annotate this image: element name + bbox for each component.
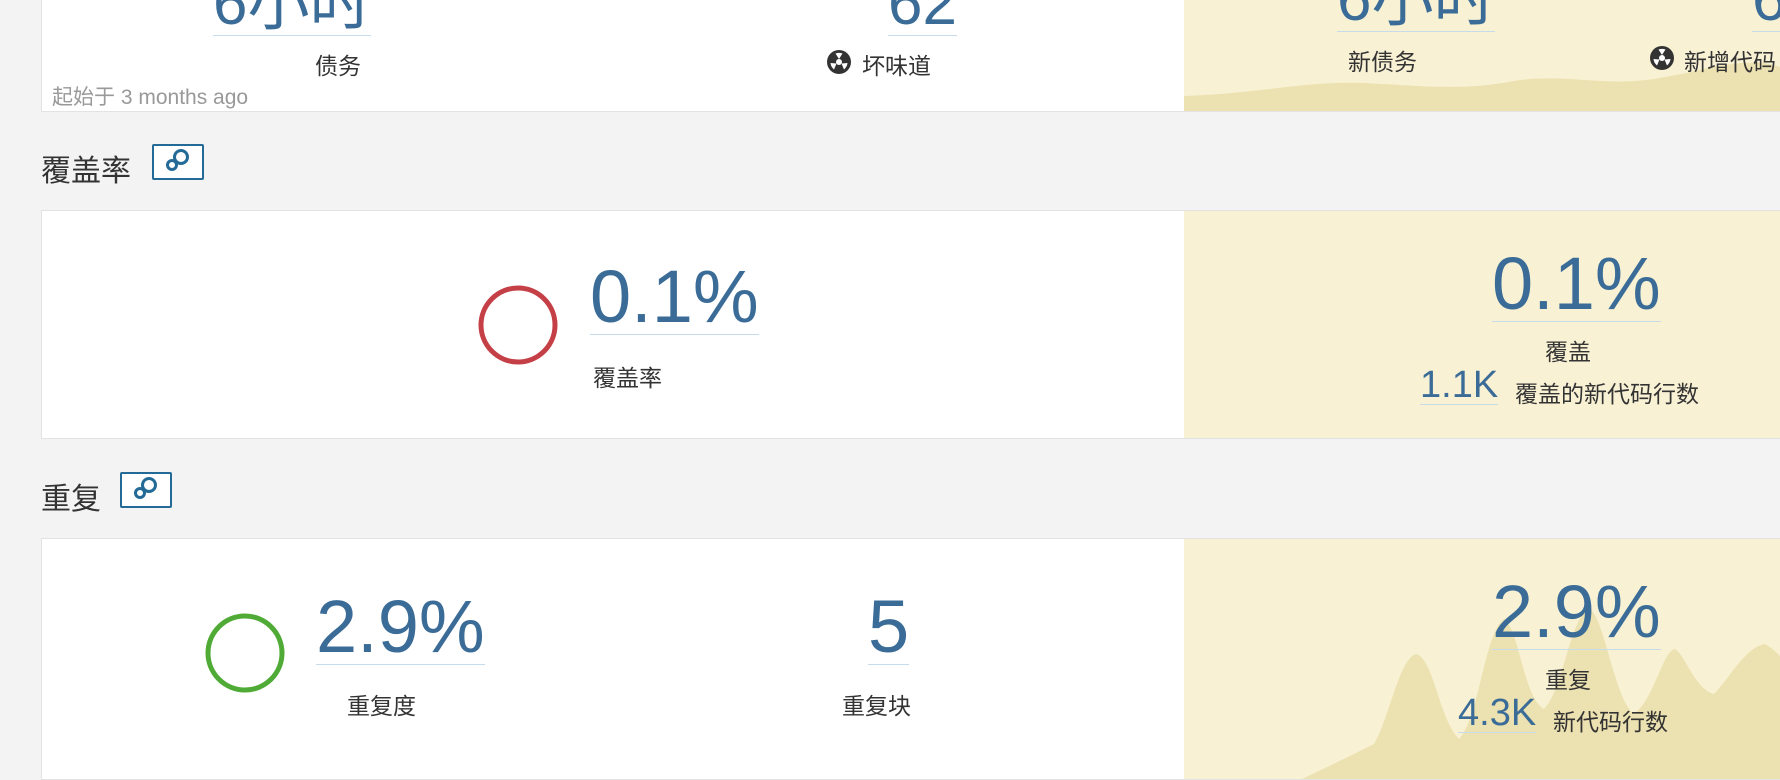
code-smells-label: 坏味道 [862,54,931,80]
duplicated-blocks-label: 重复块 [842,694,911,720]
coverage-donut [478,285,558,365]
new-lines-value[interactable]: 4.3K [1458,694,1537,733]
coverage-value[interactable]: 0.1% [590,260,759,335]
new-lines-to-cover-label: 覆盖的新代码行数 [1515,382,1699,408]
duplications-history-button[interactable] [120,472,172,508]
new-coverage-value[interactable]: 0.1% [1492,247,1661,322]
new-debt-value[interactable]: 6小时 [1337,0,1496,32]
link-icon [131,475,161,505]
coverage-card: 0.1% 覆盖率 0.1% 覆盖 1.1K 覆盖的新代码行数 [41,210,1780,439]
new-lines-label: 新代码行数 [1553,710,1668,736]
new-code-period-panel [1184,539,1780,779]
coverage-history-button[interactable] [152,144,204,180]
new-duplication-value[interactable]: 2.9% [1492,575,1661,650]
duplication-density-value[interactable]: 2.9% [316,590,485,665]
new-duplication-label: 重复 [1545,668,1591,694]
duplicated-blocks-value[interactable]: 5 [868,590,910,665]
since-date: 起始于 3 months ago [52,86,249,109]
debt-label: 债务 [315,54,361,80]
new-code-smells-label: 新增代码 [1684,50,1776,76]
duplication-density-label: 重复度 [347,694,416,720]
coverage-label: 覆盖率 [593,366,662,392]
duplications-section-title: 重复 [41,482,101,517]
new-lines-to-cover-value[interactable]: 1.1K [1420,366,1499,405]
radioactive-icon [1649,45,1675,75]
new-code-smells-value[interactable]: 62 [1752,0,1780,32]
maintainability-card: 6小时 债务 62 坏味道 起始于 3 months ago 6小时 新债务 6… [41,0,1780,112]
link-icon [163,147,193,177]
duplications-card: 2.9% 重复度 5 重复块 2.9% 重复 4.3K 新代码行数 [41,538,1780,780]
coverage-section-title: 覆盖率 [41,154,131,189]
new-coverage-label: 覆盖 [1545,340,1591,366]
sparkline-area [1302,609,1780,779]
debt-value[interactable]: 6小时 [213,0,372,36]
duplications-donut [205,613,285,693]
code-smells-value[interactable]: 62 [888,0,957,36]
radioactive-icon [826,49,852,79]
new-debt-label: 新债务 [1348,50,1417,76]
